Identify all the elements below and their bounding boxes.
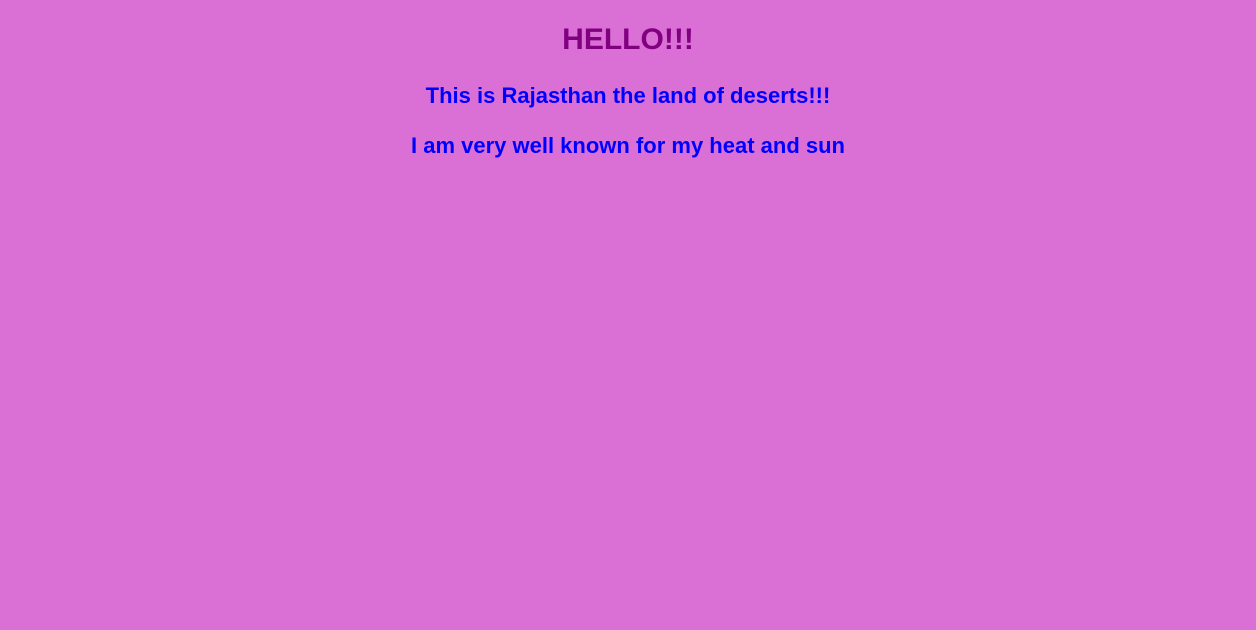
page-canvas: HELLO!!! This is Rajasthan the land of d… <box>0 0 1256 630</box>
rajasthan-intro-heading: This is Rajasthan the land of deserts!!! <box>425 83 831 108</box>
heat-and-sun-heading: I am very well known for my heat and sun <box>410 133 845 158</box>
hello-heading: HELLO!!! <box>562 23 694 56</box>
